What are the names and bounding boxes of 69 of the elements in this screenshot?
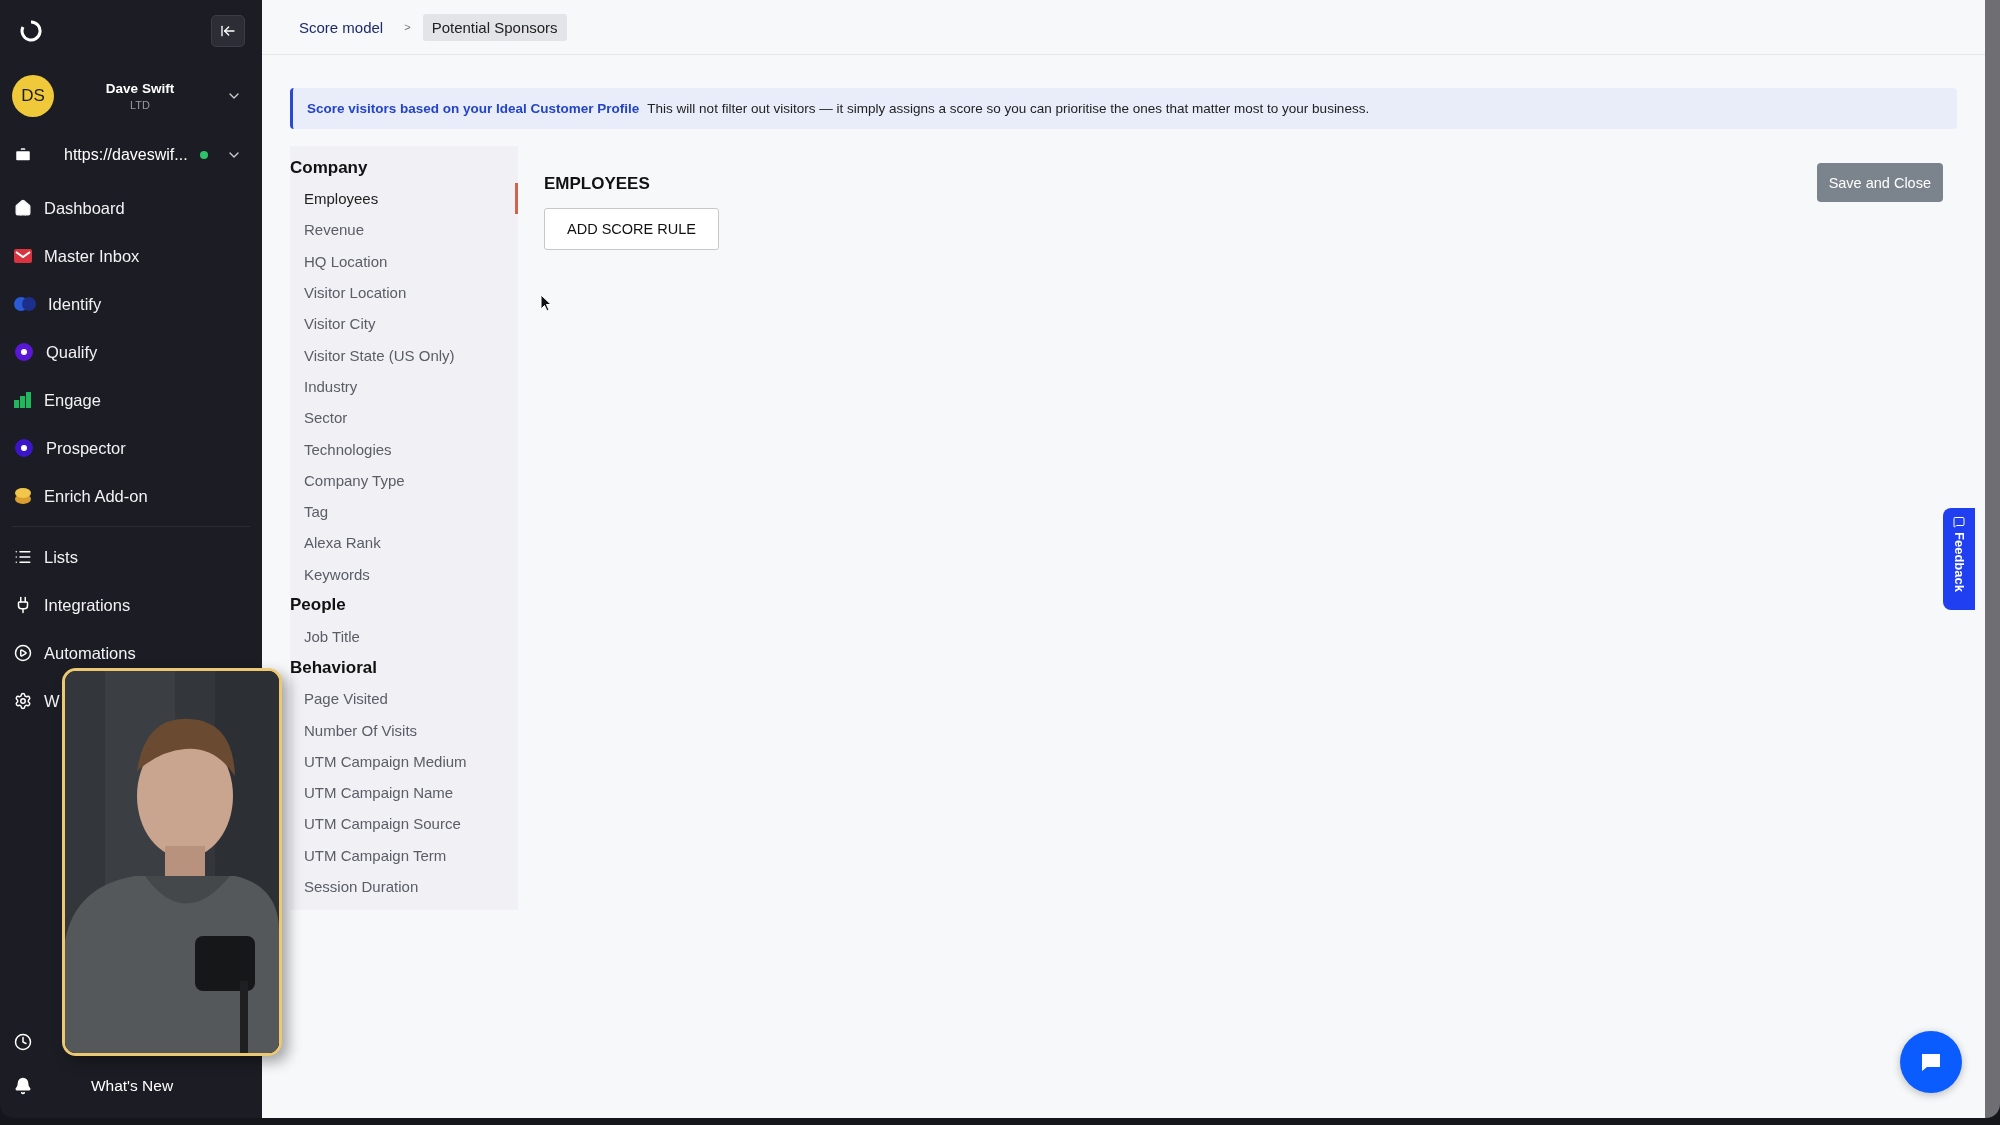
category-item[interactable]: UTM Campaign Source xyxy=(290,808,518,840)
nav-item[interactable]: Qualify xyxy=(14,338,98,366)
breadcrumb-item[interactable]: Score model xyxy=(290,13,393,41)
cursor-icon xyxy=(540,294,552,312)
category-item[interactable]: Visitor State (US Only) xyxy=(290,339,518,371)
section-heading: EMPLOYEES xyxy=(544,174,650,194)
category-item[interactable]: Company Type xyxy=(290,464,518,496)
category-item[interactable]: HQ Location xyxy=(290,245,518,277)
feedback-tab[interactable]: Feedback xyxy=(1943,508,1975,610)
chat-bubble-icon xyxy=(1920,1052,1942,1072)
category-item[interactable]: Alexa Rank xyxy=(290,527,518,559)
category-item[interactable]: Industry xyxy=(290,370,518,403)
avatar: DS xyxy=(12,75,54,117)
nav-item[interactable]: Automations xyxy=(14,639,136,667)
logo-icon xyxy=(20,20,42,42)
category-item[interactable]: Job Title xyxy=(290,620,518,653)
category-item[interactable]: UTM Campaign Term xyxy=(290,839,518,871)
category-heading: Behavioral xyxy=(290,656,378,679)
nav-item[interactable]: Enrich Add-on xyxy=(14,482,148,510)
category-item[interactable]: UTM Campaign Name xyxy=(290,777,518,809)
category-heading: Company xyxy=(290,156,369,179)
category-item[interactable]: Keywords xyxy=(290,558,518,590)
site-url[interactable]: https://daveswif... xyxy=(40,146,192,164)
overlapping-circles-icon xyxy=(14,297,36,311)
play-circle-icon xyxy=(14,644,32,662)
category-item[interactable]: UTM Campaign Medium xyxy=(290,745,518,778)
clock-icon[interactable] xyxy=(14,1033,32,1051)
nav-item[interactable]: Prospector xyxy=(14,434,126,462)
dot-ring-icon xyxy=(14,438,34,458)
bell-icon[interactable] xyxy=(14,1077,32,1095)
collapse-icon xyxy=(220,23,236,39)
list-icon xyxy=(14,548,32,566)
nav-item[interactable]: Integrations xyxy=(14,591,131,619)
category-item[interactable]: Revenue xyxy=(290,214,518,246)
category-item[interactable]: Number Of Visits xyxy=(290,714,518,746)
category-item[interactable]: Visitor City xyxy=(290,308,518,340)
nav-item[interactable]: Identify xyxy=(14,290,102,318)
banner-text: This will not filter out visitors — it simply assigns a score so you can prioritise the ones that matter most to your business. xyxy=(647,101,1370,116)
collapse-button[interactable] xyxy=(211,15,245,47)
user-plan: LTD xyxy=(130,99,150,111)
nav-item[interactable]: Dashboard xyxy=(14,194,125,222)
breadcrumb-item[interactable]: Potential Sponsors xyxy=(422,13,567,41)
speech-bubble-icon xyxy=(1953,516,1965,528)
category-item[interactable]: Page Visited xyxy=(290,683,518,715)
category-item[interactable]: Technologies xyxy=(290,433,518,465)
user-name: Dave Swift xyxy=(105,81,175,96)
category-heading: People xyxy=(290,594,347,617)
scrollbar[interactable] xyxy=(1985,0,2000,1118)
category-item[interactable]: Session Duration xyxy=(290,870,518,903)
settings-icon xyxy=(14,692,32,710)
bar-chart-icon xyxy=(14,392,32,408)
briefcase-icon xyxy=(14,146,32,164)
nav-item[interactable]: Master Inbox xyxy=(14,242,140,270)
nav-item[interactable]: Lists xyxy=(14,543,78,571)
coins-icon xyxy=(14,487,32,505)
breadcrumb-separator: > xyxy=(404,21,411,33)
banner-title: Score visitors based on your Ideal Customer Profile xyxy=(307,101,640,116)
category-item[interactable]: Tag xyxy=(290,495,518,528)
home-icon xyxy=(14,199,32,217)
mail-icon xyxy=(14,249,32,263)
dot-ring-icon xyxy=(14,342,34,362)
nav-item[interactable]: Engage xyxy=(14,386,101,414)
category-item[interactable]: Employees xyxy=(290,183,518,215)
add-rule-button[interactable]: ADD SCORE RULE xyxy=(544,208,719,250)
category-item[interactable]: Visitor Location xyxy=(290,276,518,309)
category-item[interactable]: Sector xyxy=(290,402,518,434)
save-button[interactable]: Save and Close xyxy=(1816,163,1943,202)
nav-item[interactable]: W xyxy=(14,687,60,715)
whats-new-link[interactable]: What's New xyxy=(32,1077,262,1095)
